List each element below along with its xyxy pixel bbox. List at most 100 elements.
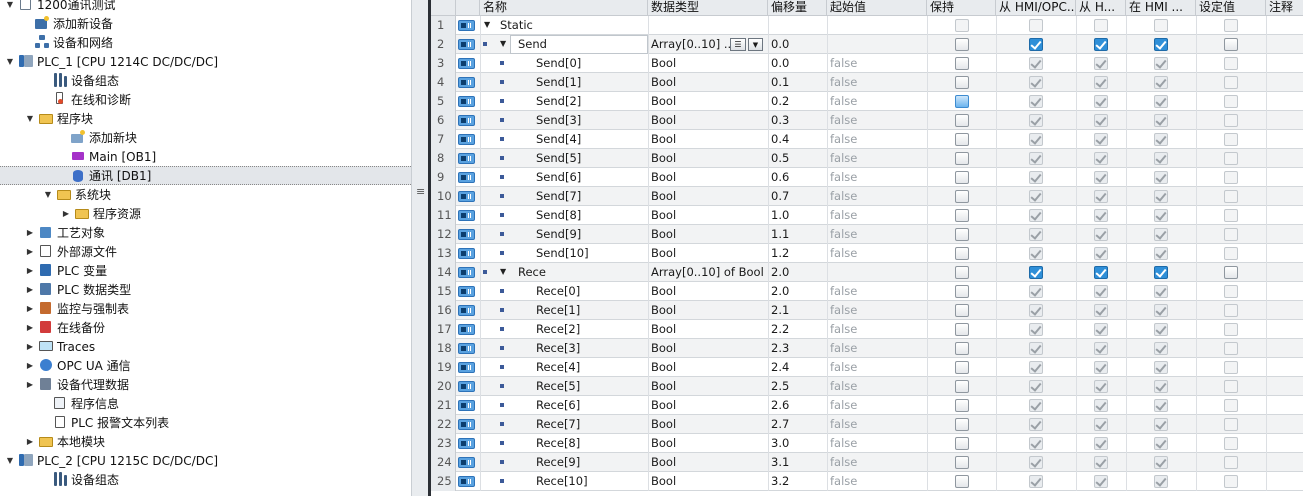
collapse-right-icon[interactable]: ▶ xyxy=(24,265,36,277)
table-row[interactable]: 14 ▼ Rece Array[0..10] of Bool 2.0 xyxy=(431,263,1303,282)
expand-down-icon[interactable]: ▼ xyxy=(4,0,16,11)
tag-datatype[interactable]: Bool xyxy=(650,301,768,319)
tag-start-value[interactable]: false xyxy=(829,377,927,395)
tree-item[interactable]: ▶ 监控与强制表 xyxy=(0,299,411,318)
expand-down-icon[interactable]: ▼ xyxy=(4,56,16,68)
hmi2-checkbox[interactable] xyxy=(1094,38,1108,51)
tag-start-value[interactable]: false xyxy=(829,244,927,262)
tree-item[interactable]: ▶ PLC 数据类型 xyxy=(0,280,411,299)
retain-checkbox[interactable] xyxy=(955,437,969,450)
tag-name[interactable]: Rece[3] xyxy=(536,339,580,357)
tag-datatype[interactable]: Bool xyxy=(650,92,768,110)
header-accessible-from-hmi[interactable]: 从 HMI/OPC... xyxy=(996,0,1076,16)
tag-name[interactable]: Send[0] xyxy=(536,54,581,72)
tree-item[interactable]: ▶ 在线备份 xyxy=(0,318,411,337)
tree-item[interactable]: 添加新设备 xyxy=(0,14,411,33)
table-row[interactable]: 18 Rece[3] Bool 2.3 false xyxy=(431,339,1303,358)
expand-down-icon[interactable]: ▼ xyxy=(500,263,506,281)
tag-name[interactable]: Send[6] xyxy=(536,168,581,186)
tree-item[interactable]: ▶ OPC UA 通信 xyxy=(0,356,411,375)
hmi1-checkbox[interactable] xyxy=(1029,266,1043,279)
table-row[interactable]: 4 Send[1] Bool 0.1 false xyxy=(431,73,1303,92)
tag-name[interactable]: Rece[6] xyxy=(536,396,580,414)
tag-datatype[interactable]: Bool xyxy=(650,130,768,148)
collapse-right-icon[interactable]: ▶ xyxy=(24,379,36,391)
retain-checkbox[interactable] xyxy=(955,133,969,146)
tag-start-value[interactable]: false xyxy=(829,206,927,224)
expand-down-icon[interactable]: ▼ xyxy=(24,113,36,125)
table-row[interactable]: 8 Send[5] Bool 0.5 false xyxy=(431,149,1303,168)
retain-checkbox[interactable] xyxy=(955,418,969,431)
tag-start-value[interactable]: false xyxy=(829,187,927,205)
tag-datatype[interactable]: Bool xyxy=(650,111,768,129)
tag-name[interactable]: Rece[4] xyxy=(536,358,580,376)
table-row[interactable]: 25 Rece[10] Bool 3.2 false xyxy=(431,472,1303,491)
header-visible-in-hmi[interactable]: 在 HMI ... xyxy=(1126,0,1196,16)
tag-start-value[interactable]: false xyxy=(829,282,927,300)
header-name[interactable]: 名称 xyxy=(480,0,648,16)
tag-start-value[interactable]: false xyxy=(829,168,927,186)
tag-name[interactable]: Rece xyxy=(518,263,546,281)
table-row[interactable]: 10 Send[7] Bool 0.7 false xyxy=(431,187,1303,206)
tag-start-value[interactable]: false xyxy=(829,301,927,319)
tag-name[interactable]: Send[2] xyxy=(536,92,581,110)
collapse-right-icon[interactable]: ▶ xyxy=(24,303,36,315)
table-row[interactable]: 22 Rece[7] Bool 2.7 false xyxy=(431,415,1303,434)
tag-datatype[interactable]: Bool xyxy=(650,472,768,490)
header-setpoint[interactable]: 设定值 xyxy=(1196,0,1266,16)
tag-start-value[interactable] xyxy=(829,35,927,53)
tree-item[interactable]: ▼ 1200通讯测试 xyxy=(0,0,411,14)
expand-down-icon[interactable]: ▼ xyxy=(4,455,16,467)
tag-datatype[interactable]: Bool xyxy=(650,73,768,91)
tag-datatype[interactable]: Bool xyxy=(650,149,768,167)
tag-datatype[interactable]: Bool xyxy=(650,377,768,395)
tag-name[interactable]: Rece[7] xyxy=(536,415,580,433)
tag-start-value[interactable]: false xyxy=(829,111,927,129)
tree-item[interactable]: 设备组态 xyxy=(0,470,411,489)
tag-datatype[interactable]: Bool xyxy=(650,168,768,186)
datatype-dropdown-icon[interactable]: ▼ xyxy=(748,38,763,51)
table-row[interactable]: 2 ▼ Send Array[0..10] ... ☰ ▼ 0.0 xyxy=(431,35,1303,54)
table-row[interactable]: 7 Send[4] Bool 0.4 false xyxy=(431,130,1303,149)
header-start-value[interactable]: 起始值 xyxy=(827,0,927,16)
tag-start-value[interactable]: false xyxy=(829,92,927,110)
table-row[interactable]: 19 Rece[4] Bool 2.4 false xyxy=(431,358,1303,377)
retain-checkbox[interactable] xyxy=(955,475,969,488)
tag-start-value[interactable] xyxy=(829,263,927,281)
tag-start-value[interactable]: false xyxy=(829,434,927,452)
table-row[interactable]: 6 Send[3] Bool 0.3 false xyxy=(431,111,1303,130)
tag-datatype[interactable]: Bool xyxy=(650,453,768,471)
tag-name[interactable]: Rece[1] xyxy=(536,301,580,319)
hmi1-checkbox[interactable] xyxy=(1029,38,1043,51)
tree-item[interactable]: Main [OB1] xyxy=(0,147,411,166)
tag-name[interactable]: Rece[2] xyxy=(536,320,580,338)
tag-name[interactable]: Send[1] xyxy=(536,73,581,91)
tag-start-value[interactable] xyxy=(829,16,927,34)
table-row[interactable]: 20 Rece[5] Bool 2.5 false xyxy=(431,377,1303,396)
tree-item[interactable]: 添加新块 xyxy=(0,128,411,147)
tag-start-value[interactable]: false xyxy=(829,73,927,91)
table-row[interactable]: 1 ▼ Static xyxy=(431,16,1303,35)
tag-datatype[interactable] xyxy=(650,16,768,34)
tag-start-value[interactable]: false xyxy=(829,54,927,72)
tag-start-value[interactable]: false xyxy=(829,339,927,357)
tag-datatype[interactable]: Bool xyxy=(650,244,768,262)
tag-name[interactable]: Send[8] xyxy=(536,206,581,224)
collapse-right-icon[interactable]: ▶ xyxy=(60,208,72,220)
tag-datatype[interactable]: Bool xyxy=(650,187,768,205)
tag-datatype[interactable]: Bool xyxy=(650,54,768,72)
tag-datatype[interactable]: Bool xyxy=(650,396,768,414)
retain-checkbox[interactable] xyxy=(955,171,969,184)
retain-checkbox[interactable] xyxy=(955,266,969,279)
retain-checkbox[interactable] xyxy=(955,342,969,355)
tag-datatype[interactable]: Bool xyxy=(650,320,768,338)
header-offset[interactable]: 偏移量 xyxy=(768,0,827,16)
retain-checkbox[interactable] xyxy=(955,399,969,412)
tag-start-value[interactable]: false xyxy=(829,149,927,167)
table-row[interactable]: 13 Send[10] Bool 1.2 false xyxy=(431,244,1303,263)
table-row[interactable]: 21 Rece[6] Bool 2.6 false xyxy=(431,396,1303,415)
retain-checkbox[interactable] xyxy=(955,323,969,336)
tag-name[interactable]: Static xyxy=(500,16,533,34)
table-row[interactable]: 16 Rece[1] Bool 2.1 false xyxy=(431,301,1303,320)
retain-checkbox[interactable] xyxy=(955,247,969,260)
